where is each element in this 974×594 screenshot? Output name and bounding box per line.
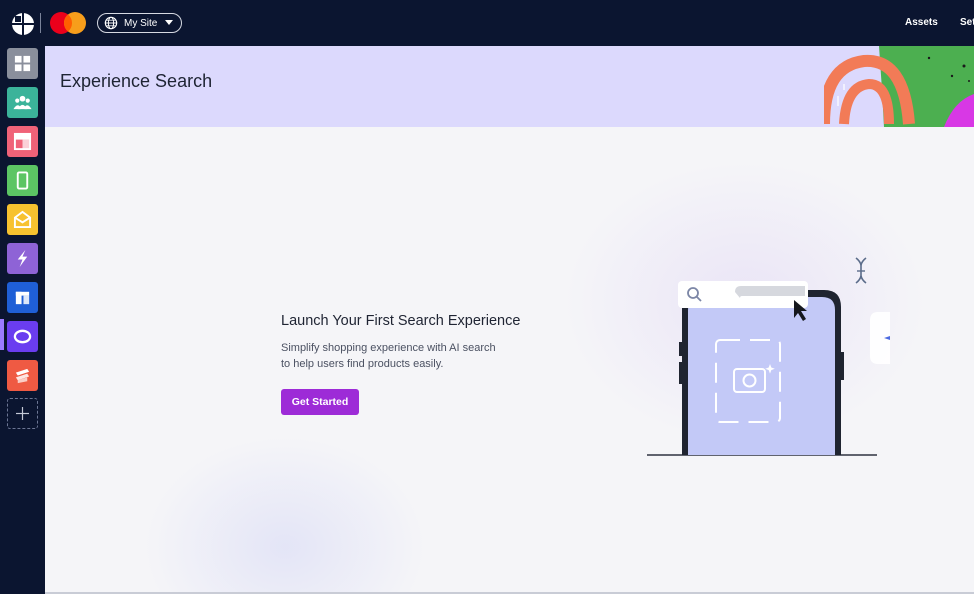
globe-icon [104,16,118,30]
mobile-phone-icon [16,171,29,190]
empty-state-description: Simplify shopping experience with AI sea… [281,340,531,372]
sidebar-item-blocks[interactable] [7,282,38,313]
sidebar-item-dashboard[interactable] [7,48,38,79]
nav-assets[interactable]: Assets [905,17,938,28]
site-selector-label: My Site [124,17,158,29]
app-logo-icon[interactable] [11,12,35,36]
blocks-icon [15,291,30,305]
description-line: Simplify shopping experience with AI sea… [281,342,496,354]
people-group-icon [13,95,32,110]
page-header: Experience Search [45,46,974,127]
active-indicator [0,319,4,350]
nav-settings[interactable]: Set [960,17,974,28]
empty-state-title: Launch Your First Search Experience [281,313,521,329]
sidebar-item-audiences[interactable] [7,87,38,118]
sidebar-item-layouts[interactable] [7,126,38,157]
get-started-button[interactable]: Get Started [281,389,359,415]
plus-icon [16,407,29,420]
experience-search-icon [13,329,32,344]
layout-icon [13,132,32,151]
add-app-button[interactable] [7,398,38,429]
description-line: to help users find products easily. [281,358,444,370]
sidebar-item-experience-search[interactable] [7,321,38,352]
sidebar-item-recommendations[interactable] [7,360,38,391]
search-illustration [647,257,890,456]
top-bar: My Site Assets Set [0,0,974,46]
envelope-icon [13,210,32,229]
page-title: Experience Search [60,71,213,91]
decorative-art [824,46,974,127]
sidebar-item-email[interactable] [7,204,38,235]
dashboard-grid-icon [14,55,31,72]
brand-logo-icon [50,12,86,34]
divider [40,13,41,33]
sidebar-item-triggers[interactable] [7,243,38,274]
main-content: Launch Your First Search Experience Simp… [45,127,974,592]
sidebar-item-mobile[interactable] [7,165,38,196]
lightning-icon [17,249,28,268]
layers-s-icon [15,368,30,384]
chevron-down-icon [165,20,173,25]
sidebar [0,46,45,594]
site-selector[interactable]: My Site [97,13,182,33]
